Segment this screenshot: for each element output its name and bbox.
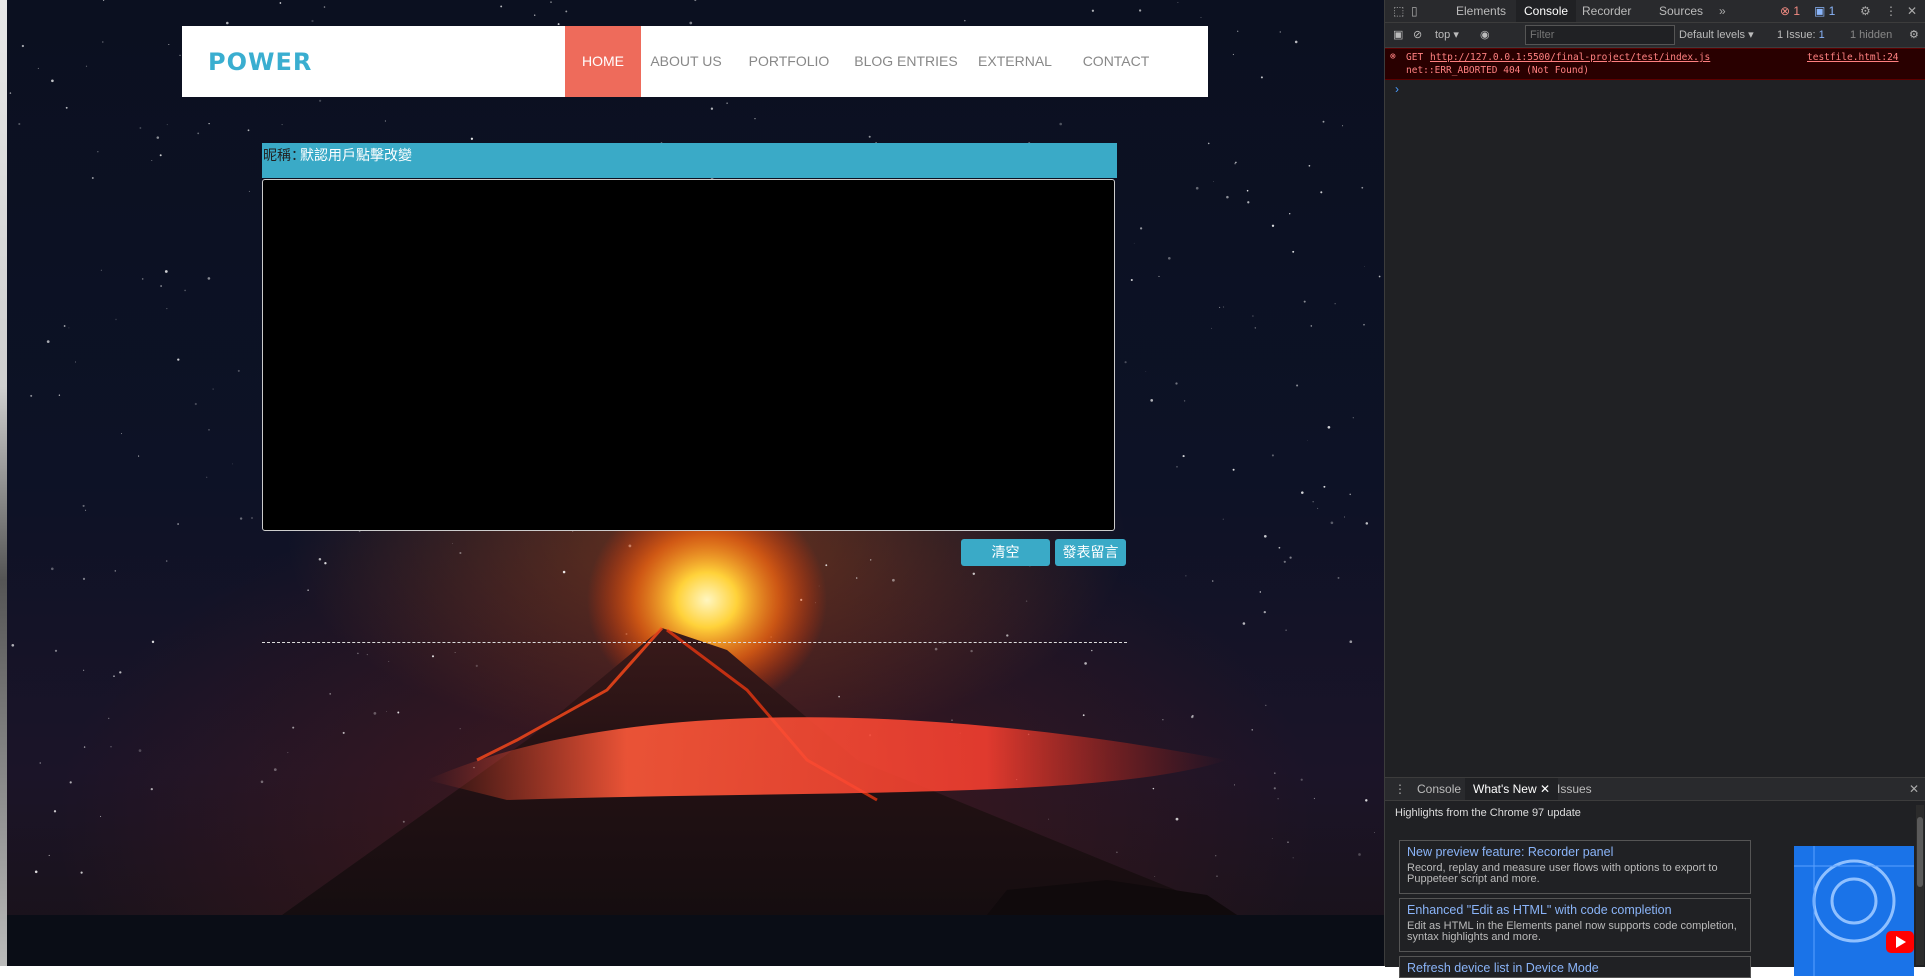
whats-new-card[interactable]: Refresh device list in Device Mode [1399,956,1751,978]
site-logo[interactable]: POWER [208,48,312,76]
devtools-panel: ⬚ ▯ Elements Console Recorder Sources » … [1384,0,1925,978]
context-selector[interactable]: top ▾ [1435,23,1459,47]
clear-button[interactable]: 清空 [961,539,1050,566]
chrome-update-illustration [1794,846,1914,976]
card-title: New preview feature: Recorder panel [1407,845,1614,859]
issues-label: 1 Issue: [1777,29,1816,41]
console-filter-input[interactable] [1525,25,1675,45]
drawer-scrollbar[interactable] [1916,805,1924,965]
card-title: Enhanced "Edit as HTML" with code comple… [1407,903,1672,917]
close-drawer-icon[interactable]: ✕ [1909,778,1919,800]
webpage: POWER HOME ABOUT US PORTFOLIO BLOG ENTRI… [7,0,1384,966]
nav-item-contact[interactable]: CONTACT [1069,26,1163,97]
context-value: top [1435,29,1451,41]
console-prompt[interactable]: › [1395,82,1399,96]
live-expression-eye-icon[interactable]: ◉ [1480,23,1490,47]
tab-console[interactable]: Console [1516,0,1577,22]
card-title: Refresh device list in Device Mode [1407,961,1599,975]
console-error-message: ⊗ GET http://127.0.0.1:5500/final-projec… [1385,48,1925,80]
whats-new-card[interactable]: New preview feature: Recorder panel Reco… [1399,840,1751,894]
log-levels-value: Default levels [1679,29,1746,41]
card-description: Edit as HTML in the Elements panel now s… [1407,920,1737,943]
nav-item-blog-entries[interactable]: BLOG ENTRIES [852,26,960,97]
comment-textarea[interactable] [262,179,1115,531]
console-settings-icon[interactable]: ⚙ [1909,23,1919,47]
error-count-badge[interactable]: ⊗ 1 [1780,0,1800,22]
hidden-count: 1 hidden [1850,29,1893,41]
drawer-tab-console[interactable]: Console [1409,778,1469,800]
issues-counter[interactable]: 1 Issue: 1 [1777,23,1825,47]
error-source-link[interactable]: testfile.html:24 [1807,52,1899,63]
whats-new-heading: Highlights from the Chrome 97 update [1395,807,1581,819]
message-count-badge[interactable]: ▣ 1 [1814,0,1835,22]
kebab-menu-icon[interactable]: ⋮ [1885,0,1897,22]
error-text: net::ERR_ABORTED 404 (Not Found) [1406,65,1590,76]
drawer-tab-issues[interactable]: Issues [1549,778,1600,800]
top-navbar: POWER HOME ABOUT US PORTFOLIO BLOG ENTRI… [182,26,1208,97]
nav-item-home[interactable]: HOME [565,26,641,97]
drawer-tab-whats-new-label: What's New [1473,782,1537,796]
left-edge-strip [0,0,7,966]
sidebar-toggle-icon[interactable]: ▣ [1393,23,1403,47]
tab-sources[interactable]: Sources [1652,0,1710,22]
tab-elements[interactable]: Elements [1449,0,1513,22]
drawer-tabbar: ⋮ Console What's New ✕ Issues ✕ [1385,778,1925,801]
device-toolbar-icon[interactable]: ▯ [1411,0,1418,22]
nav-item-external[interactable]: EXTERNAL [972,26,1058,97]
log-levels-dropdown[interactable]: Default levels ▾ [1679,23,1754,47]
close-devtools-icon[interactable]: ✕ [1907,0,1917,22]
tab-recorder[interactable]: Recorder [1575,0,1638,22]
card-description: Record, replay and measure user flows wi… [1407,862,1718,885]
message-count: 1 [1828,4,1836,18]
devtools-tabbar: ⬚ ▯ Elements Console Recorder Sources » … [1385,0,1925,23]
video-thumbnail[interactable] [1794,846,1914,976]
settings-gear-icon[interactable]: ⚙ [1860,0,1871,22]
page-bottom [7,915,1384,966]
error-method: GET [1406,52,1424,63]
error-count: 1 [1793,4,1801,18]
scrollbar-thumb[interactable] [1917,817,1923,887]
nickname-label: 昵稱： [263,147,305,163]
more-tabs-icon[interactable]: » [1719,0,1726,22]
console-toolbar: ▣ ⊘ top ▾ ◉ Default levels ▾ 1 Issue: 1 … [1385,23,1925,48]
nickname-value[interactable]: 默認用戶點擊改變 [300,145,412,165]
inspect-element-icon[interactable]: ⬚ [1393,0,1404,22]
error-url-link[interactable]: http://127.0.0.1:5500/final-project/test… [1430,52,1710,63]
issues-count: 1 [1818,29,1825,41]
whats-new-card[interactable]: Enhanced "Edit as HTML" with code comple… [1399,898,1751,952]
nav-item-about-us[interactable]: ABOUT US [642,26,730,97]
nav-item-portfolio[interactable]: PORTFOLIO [742,26,836,97]
submit-comment-button[interactable]: 發表留言 [1055,539,1126,566]
devtools-drawer: ⋮ Console What's New ✕ Issues ✕ Highligh… [1385,777,1925,978]
drawer-tab-whats-new[interactable]: What's New ✕ [1465,778,1559,800]
drawer-menu-icon[interactable]: ⋮ [1394,778,1406,800]
dashed-divider [262,642,1127,643]
nickname-bar: 昵稱： 默認用戶點擊改變 [262,143,1117,178]
error-icon: ⊗ [1390,51,1396,62]
clear-console-icon[interactable]: ⊘ [1413,23,1422,47]
